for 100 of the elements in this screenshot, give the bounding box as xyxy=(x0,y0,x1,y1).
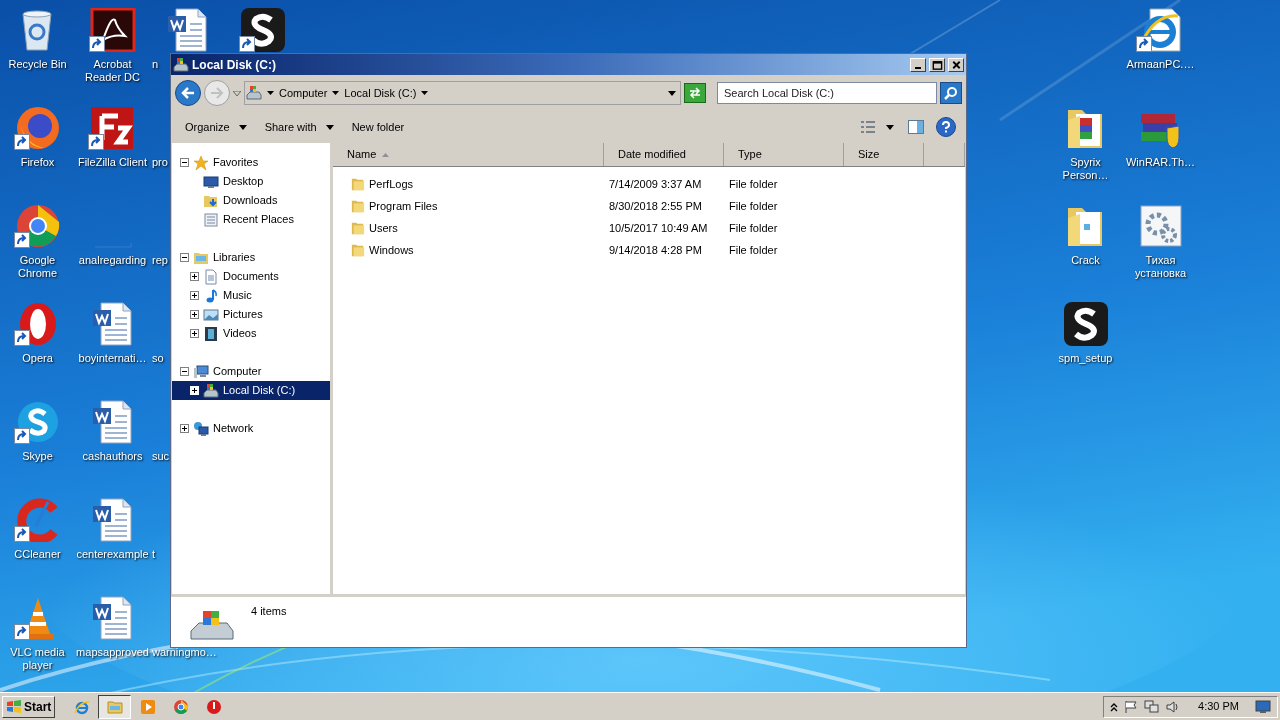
breadcrumb[interactable]: Local Disk (C:) xyxy=(344,84,417,102)
toolbar-button[interactable]: New folder xyxy=(343,115,413,139)
caret-icon xyxy=(886,124,894,130)
tree-item[interactable]: Pictures xyxy=(172,305,330,324)
file-name: Program Files xyxy=(369,198,438,214)
folder-icon xyxy=(106,698,123,715)
search-field[interactable]: Search Local Disk (C:) xyxy=(717,82,937,104)
date-modified: 7/14/2009 3:37 AM xyxy=(608,176,703,192)
desktop-icon[interactable]: Google Chrome xyxy=(0,196,75,280)
tree-item[interactable]: Computer xyxy=(172,362,330,381)
desktop-icon[interactable]: Spyrix Person… xyxy=(1048,98,1123,182)
desktop-icon[interactable]: WinRAR.Th… xyxy=(1125,98,1196,169)
desktop-icon[interactable]: Acrobat Reader DC xyxy=(75,0,150,84)
desktop-icon[interactable]: Skype xyxy=(13,392,62,463)
tree-item[interactable]: Favorites xyxy=(172,153,330,172)
address-bar[interactable]: Computer Local Disk (C:) xyxy=(244,81,681,105)
taskbar-button[interactable] xyxy=(98,694,132,719)
collapse-icon[interactable] xyxy=(180,253,189,262)
monitor-icon xyxy=(203,173,219,190)
tree-item[interactable]: Downloads xyxy=(172,191,330,210)
desktop-icon[interactable]: FileZilla Client xyxy=(77,98,148,169)
file-row[interactable]: Program Files 8/30/2018 2:55 PM File folder xyxy=(333,195,965,217)
column-header[interactable]: Size xyxy=(844,143,924,166)
chevron-up-icon[interactable] xyxy=(1110,701,1119,712)
file-row[interactable]: Users 10/5/2017 10:49 AM File folder xyxy=(333,217,965,239)
icon-label[interactable]: rep xyxy=(150,254,168,267)
tree-label: Downloads xyxy=(223,193,278,209)
desktop-icon[interactable]: ArmaanPC.… xyxy=(1126,0,1195,71)
column-header[interactable]: Type xyxy=(724,143,844,166)
expand-icon[interactable] xyxy=(190,310,199,319)
tree-label: Videos xyxy=(223,326,257,342)
file-type: File folder xyxy=(728,176,779,192)
collapse-icon[interactable] xyxy=(180,367,189,376)
expand-icon[interactable] xyxy=(190,329,199,338)
maximize-button[interactable] xyxy=(929,57,945,72)
file-row[interactable]: PerfLogs 7/14/2009 3:37 AM File folder xyxy=(333,173,965,195)
close-button[interactable] xyxy=(948,57,964,72)
tree-item[interactable]: Desktop xyxy=(172,172,330,191)
film-icon xyxy=(203,325,219,342)
desktop-icon[interactable]: cashauthors xyxy=(82,392,143,463)
item-count: 4 items xyxy=(251,604,287,619)
desktop-icon[interactable]: Opera xyxy=(13,294,62,365)
flag-icon[interactable] xyxy=(1124,699,1139,714)
desktop-icon[interactable]: CCleaner xyxy=(13,490,62,561)
recent-places-icon xyxy=(203,211,219,228)
clock: 4:30 PM xyxy=(1198,699,1239,715)
collapse-icon[interactable] xyxy=(180,158,189,167)
refresh-button[interactable] xyxy=(684,83,706,103)
desktop-icon[interactable]: boyinternati… xyxy=(78,294,147,365)
tree-label: Favorites xyxy=(213,155,259,171)
expand-icon[interactable] xyxy=(190,272,199,281)
column-header[interactable]: Name xyxy=(333,143,604,166)
help-icon xyxy=(941,121,951,133)
breadcrumb[interactable]: Computer xyxy=(279,84,328,102)
tree-item[interactable]: Libraries xyxy=(172,248,330,267)
tree-item[interactable]: Recent Places xyxy=(172,210,330,229)
icon-label[interactable]: pro xyxy=(150,156,168,169)
file-row[interactable]: Windows 9/14/2018 4:28 PM File folder xyxy=(333,239,965,261)
expand-icon[interactable] xyxy=(190,386,199,395)
desktop-icon[interactable]: Crack xyxy=(1061,196,1110,267)
tree-item[interactable]: Local Disk (C:) xyxy=(172,381,330,400)
icon-label[interactable]: so xyxy=(150,352,164,365)
drive-icon xyxy=(246,85,262,101)
help-button[interactable] xyxy=(936,117,956,137)
show-desktop-icon[interactable] xyxy=(1255,699,1271,714)
dropdown-caret-icon xyxy=(668,90,676,96)
pdf-app-icon xyxy=(88,8,137,52)
expand-icon[interactable] xyxy=(180,424,189,433)
tree-label: Music xyxy=(223,288,252,304)
column-header[interactable]: Date modified xyxy=(604,143,724,166)
icon-label[interactable]: n xyxy=(150,58,159,71)
desktop-icon[interactable]: Firefox xyxy=(13,98,62,169)
desktop-icon[interactable]: spm_setup xyxy=(1058,294,1113,365)
desktop-icon[interactable]: Recycle Bin xyxy=(8,0,67,71)
desktop-icon[interactable]: Тихая установка xyxy=(1123,196,1198,280)
minimize-button[interactable] xyxy=(910,57,926,72)
tree-label: Network xyxy=(213,421,254,437)
icon-label[interactable]: suc xyxy=(150,450,170,463)
volume-icon[interactable] xyxy=(1166,699,1181,714)
tree-label: Desktop xyxy=(223,174,264,190)
toolbar-button[interactable]: Organize xyxy=(177,115,255,139)
picture-icon xyxy=(203,306,219,323)
tree-label: Computer xyxy=(213,364,262,380)
date-modified: 8/30/2018 2:55 PM xyxy=(608,198,703,214)
tree-label: Local Disk (C:) xyxy=(223,383,296,399)
network-icon[interactable] xyxy=(1144,699,1161,714)
windows-logo-icon xyxy=(6,699,22,714)
expand-icon[interactable] xyxy=(190,291,199,300)
desktop-icon[interactable]: analregarding xyxy=(78,196,147,267)
tree-item[interactable]: Documents xyxy=(172,267,330,286)
document-icon xyxy=(203,268,219,285)
tree-item[interactable]: Network xyxy=(172,419,330,438)
tree-item[interactable]: Music xyxy=(172,286,330,305)
forward-arrow-icon xyxy=(210,87,224,99)
preview-pane-icon xyxy=(908,120,924,134)
start-button[interactable]: Start xyxy=(2,695,56,718)
tree-item[interactable]: Videos xyxy=(172,324,330,343)
back-button[interactable] xyxy=(175,80,201,106)
search-button[interactable] xyxy=(940,82,962,104)
toolbar-button[interactable]: Share with xyxy=(256,115,342,139)
